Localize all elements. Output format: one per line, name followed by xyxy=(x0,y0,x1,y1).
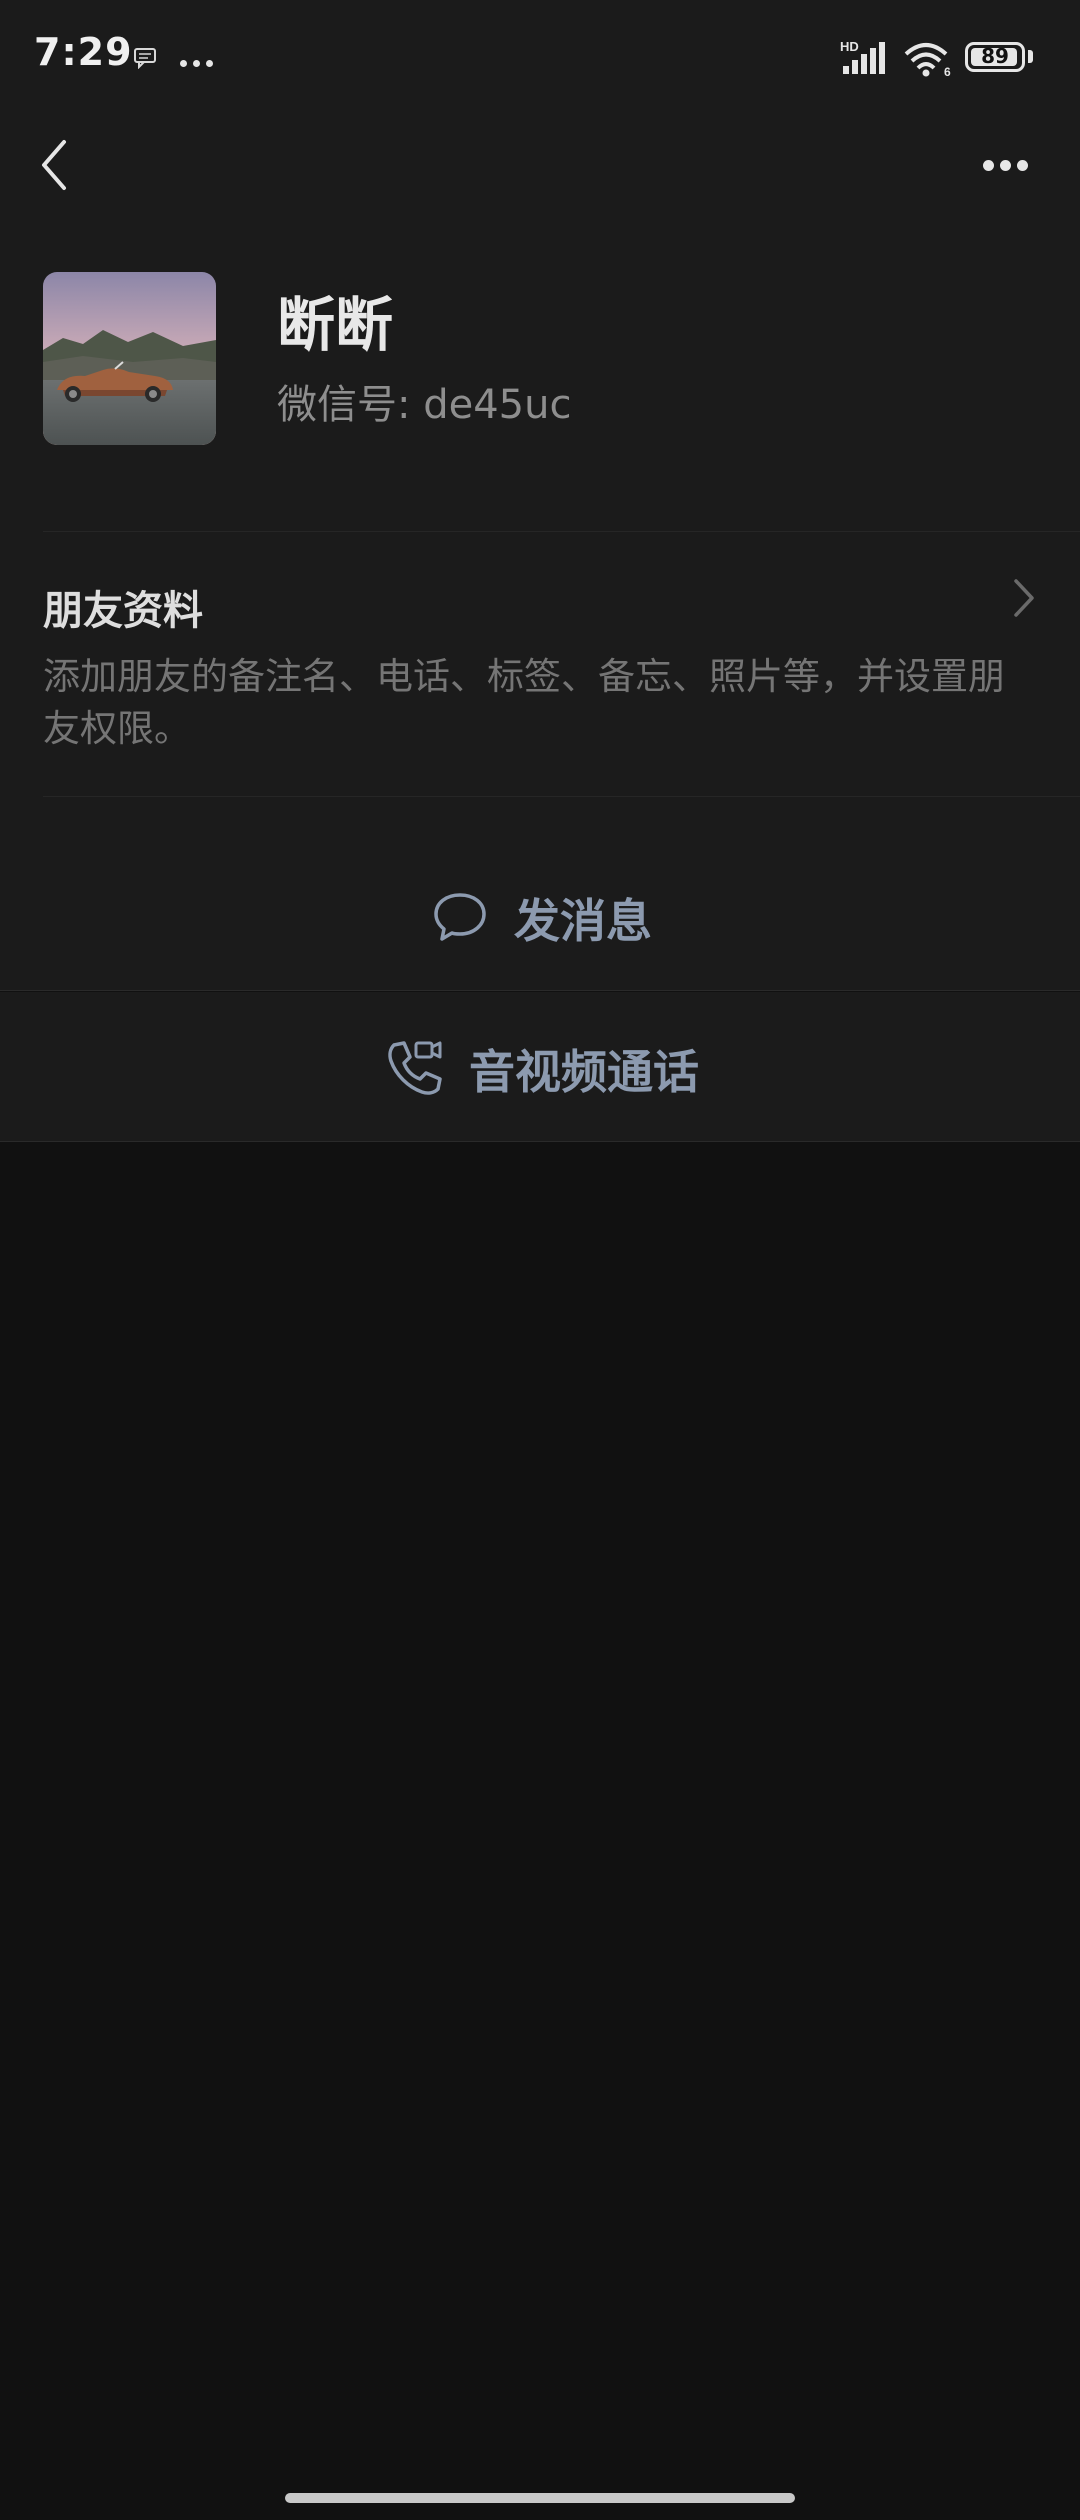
wifi-icon: 6 xyxy=(904,43,951,78)
message-icon xyxy=(134,48,156,69)
send-message-label: 发消息 xyxy=(514,894,652,948)
friend-info-description: 添加朋友的备注名、电话、标签、备忘、照片等，并设置朋友权限。 xyxy=(43,655,1005,750)
video-call-icon xyxy=(388,1041,442,1095)
battery-icon: 89 xyxy=(965,42,1025,72)
more-dots-icon xyxy=(180,52,219,71)
avatar-image xyxy=(43,272,216,445)
send-message-button[interactable]: 发消息 xyxy=(0,841,1080,991)
avatar[interactable] xyxy=(43,272,216,445)
av-call-label: 音视频通话 xyxy=(469,1045,699,1099)
status-bar: 7:29 HD 6 89 xyxy=(0,0,1080,115)
back-button[interactable] xyxy=(30,130,80,200)
more-button[interactable] xyxy=(975,140,1035,190)
divider xyxy=(43,796,1080,797)
chevron-right-icon xyxy=(1014,579,1034,617)
wechat-id: 微信号: de45uc xyxy=(277,382,572,428)
av-call-button[interactable]: 音视频通话 xyxy=(0,992,1080,1142)
battery-level: 89 xyxy=(981,44,1009,68)
friend-info-title: 朋友资料 xyxy=(43,588,203,634)
home-indicator[interactable] xyxy=(285,2493,795,2503)
signal-icon: HD xyxy=(840,39,885,74)
network-label: HD xyxy=(840,39,859,54)
chat-bubble-icon xyxy=(434,893,486,941)
wifi-label: 6 xyxy=(944,65,951,78)
profile-name: 断断 xyxy=(277,291,394,359)
friend-info-row[interactable]: 朋友资料 添加朋友的备注名、电话、标签、备忘、照片等，并设置朋友权限。 xyxy=(0,531,1080,796)
status-time: 7:29 xyxy=(34,30,133,74)
